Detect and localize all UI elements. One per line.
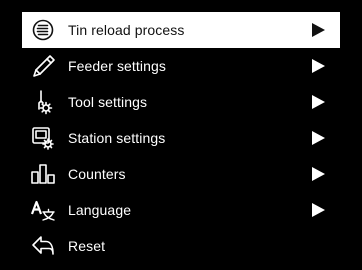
station-settings-icon: [26, 120, 60, 156]
menu-item-label: Tin reload process: [68, 22, 185, 38]
tin-reload-icon: [26, 12, 60, 48]
submenu-arrow-icon: [312, 167, 325, 181]
reset-icon: [26, 228, 60, 264]
menu-item-tin-reload-process[interactable]: Tin reload process: [22, 12, 340, 48]
submenu-arrow-icon: [312, 59, 325, 73]
menu-item-label: Language: [68, 202, 132, 218]
settings-menu: Tin reload process Feeder settings Tool …: [22, 12, 340, 264]
settings-screen: Tin reload process Feeder settings Tool …: [0, 0, 362, 270]
feeder-icon: [26, 48, 60, 84]
submenu-arrow-icon: [312, 95, 325, 109]
menu-item-label: Tool settings: [68, 94, 148, 110]
menu-item-feeder-settings[interactable]: Feeder settings: [22, 48, 340, 84]
menu-item-label: Reset: [68, 238, 106, 254]
menu-item-counters[interactable]: Counters: [22, 156, 340, 192]
menu-item-language[interactable]: Language: [22, 192, 340, 228]
submenu-arrow-icon: [312, 23, 325, 37]
tool-settings-icon: [26, 84, 60, 120]
menu-item-reset[interactable]: Reset: [22, 228, 340, 264]
menu-item-label: Station settings: [68, 130, 166, 146]
submenu-arrow-icon: [312, 203, 325, 217]
counters-icon: [26, 156, 60, 192]
language-icon: [26, 192, 60, 228]
menu-item-station-settings[interactable]: Station settings: [22, 120, 340, 156]
menu-item-tool-settings[interactable]: Tool settings: [22, 84, 340, 120]
menu-item-label: Counters: [68, 166, 126, 182]
submenu-arrow-icon: [312, 131, 325, 145]
menu-item-label: Feeder settings: [68, 58, 166, 74]
